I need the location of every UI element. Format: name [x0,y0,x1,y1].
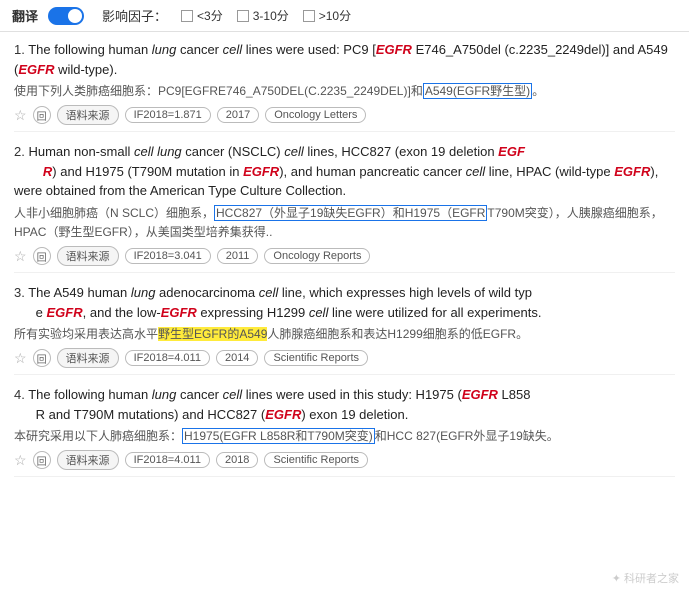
result-2-en-text: Human non-small cell lung cancer (NSCLC)… [14,144,658,198]
source-tag-2[interactable]: 语料来源 [57,246,119,266]
result-2-number: 2. [14,144,28,159]
cn-highlight-4: H1975(EGFR L858R和T790M突变) [182,428,375,444]
top-bar: 翻译 影响因子： <3分 3-10分 >10分 [0,0,689,32]
egfr-9: EGFR [265,407,301,422]
if-tag-3[interactable]: IF2018=4.011 [125,350,210,366]
result-3-cn: 所有实验均采用表达高水平野生型EGFR的A549人肺腺癌细胞系和表达H1299细… [14,325,675,344]
filter-label: 影响因子： [102,6,167,25]
cell-italic-1: cell [223,42,243,57]
year-tag-2[interactable]: 2011 [217,248,259,264]
if-tag-2[interactable]: IF2018=3.041 [125,248,211,264]
result-1-number: 1. [14,42,28,57]
if-tag-1[interactable]: IF2018=1.871 [125,107,211,123]
journal-tag-4[interactable]: Scientific Reports [264,452,368,468]
cell-italic-4: cell [259,285,279,300]
result-item-2: 2. Human non-small cell lung cancer (NSC… [14,142,675,273]
result-4-number: 4. [14,387,28,402]
checkbox-3to10[interactable] [237,10,249,22]
toggle-knob [68,9,82,23]
result-item-4: 4. The following human lung cancer cell … [14,385,675,477]
result-3-meta: ☆ 回 语料来源 IF2018=4.011 2014 Scientific Re… [14,348,675,368]
filter-less3-label: <3分 [197,7,223,24]
egfr-1: EGFR [376,42,412,57]
star-icon-1[interactable]: ☆ [14,107,27,124]
cell-italic-5: cell [309,305,329,320]
translate-toggle[interactable] [48,7,84,25]
results-content: 1. The following human lung cancer cell … [0,32,689,495]
round-icon-2[interactable]: 回 [33,247,51,265]
year-tag-4[interactable]: 2018 [216,452,258,468]
lung-italic-3: lung [131,285,156,300]
egfr-2: EGFR [18,62,54,77]
cell-italic-3: cell [466,164,486,179]
translate-label: 翻译 [12,6,38,25]
cn-highlight-1: A549(EGFR野生型) [423,83,532,99]
if-tag-4[interactable]: IF2018=4.011 [125,452,210,468]
egfr-6: EGFR [47,305,83,320]
result-2-en: 2. Human non-small cell lung cancer (NSC… [14,142,675,201]
watermark: ✦ 科研者之家 [612,570,679,586]
result-3-en: 3. The A549 human lung adenocarcinoma ce… [14,283,675,322]
star-icon-4[interactable]: ☆ [14,452,27,469]
cell-italic-6: cell [223,387,243,402]
lung-italic-4: lung [152,387,177,402]
star-icon-2[interactable]: ☆ [14,248,27,265]
watermark-text: 科研者之家 [624,573,679,585]
checkbox-more10[interactable] [303,10,315,22]
filter-more10[interactable]: >10分 [303,7,351,24]
checkbox-less3[interactable] [181,10,193,22]
filter-less3[interactable]: <3分 [181,7,223,24]
source-tag-1[interactable]: 语料来源 [57,105,119,125]
result-2-cn: 人非小细胞肺癌（N SCLC）细胞系，HCC827（外显子19缺失EGFR）和H… [14,204,675,242]
egfr-4: EGFR [243,164,279,179]
filter-3to10-label: 3-10分 [253,7,289,24]
cn-highlight-3: 野生型EGFR的A549 [158,327,267,341]
journal-tag-1[interactable]: Oncology Letters [265,107,366,123]
result-4-meta: ☆ 回 语料来源 IF2018=4.011 2018 Scientific Re… [14,450,675,470]
lung-italic-1: lung [152,42,177,57]
journal-tag-2[interactable]: Oncology Reports [264,248,370,264]
result-1-en-text: The following human lung cancer cell lin… [14,42,668,77]
result-1-cn: 使用下列人类肺癌细胞系：PC9[EGFRE746_A750DEL(C.2235_… [14,82,675,101]
cell-italic-2: cell [284,144,304,159]
source-tag-3[interactable]: 语料来源 [57,348,119,368]
result-3-en-text: The A549 human lung adenocarcinoma cell … [14,285,542,320]
year-tag-1[interactable]: 2017 [217,107,259,123]
result-4-en: 4. The following human lung cancer cell … [14,385,675,424]
filter-more10-label: >10分 [319,7,351,24]
journal-tag-3[interactable]: Scientific Reports [264,350,368,366]
result-item-1: 1. The following human lung cancer cell … [14,40,675,132]
cell-lung-italic: cell lung [134,144,182,159]
filter-3to10[interactable]: 3-10分 [237,7,289,24]
result-3-number: 3. [14,285,28,300]
round-icon-1[interactable]: 回 [33,106,51,124]
cn-highlight-2: HCC827（外显子19缺失EGFR）和H1975（EGFR [214,205,487,221]
egfr-5: EGFR [614,164,650,179]
star-icon-3[interactable]: ☆ [14,350,27,367]
round-icon-3[interactable]: 回 [33,349,51,367]
result-2-meta: ☆ 回 语料来源 IF2018=3.041 2011 Oncology Repo… [14,246,675,266]
source-tag-4[interactable]: 语料来源 [57,450,119,470]
result-1-meta: ☆ 回 语料来源 IF2018=1.871 2017 Oncology Lett… [14,105,675,125]
egfr-8: EGFR [462,387,498,402]
egfr-7: EGFR [161,305,197,320]
result-4-cn: 本研究采用以下人肺癌细胞系：H1975(EGFR L858R和T790M突变)和… [14,427,675,446]
result-1-en: 1. The following human lung cancer cell … [14,40,675,79]
round-icon-4[interactable]: 回 [33,451,51,469]
result-4-en-text: The following human lung cancer cell lin… [14,387,530,422]
result-item-3: 3. The A549 human lung adenocarcinoma ce… [14,283,675,375]
year-tag-3[interactable]: 2014 [216,350,258,366]
